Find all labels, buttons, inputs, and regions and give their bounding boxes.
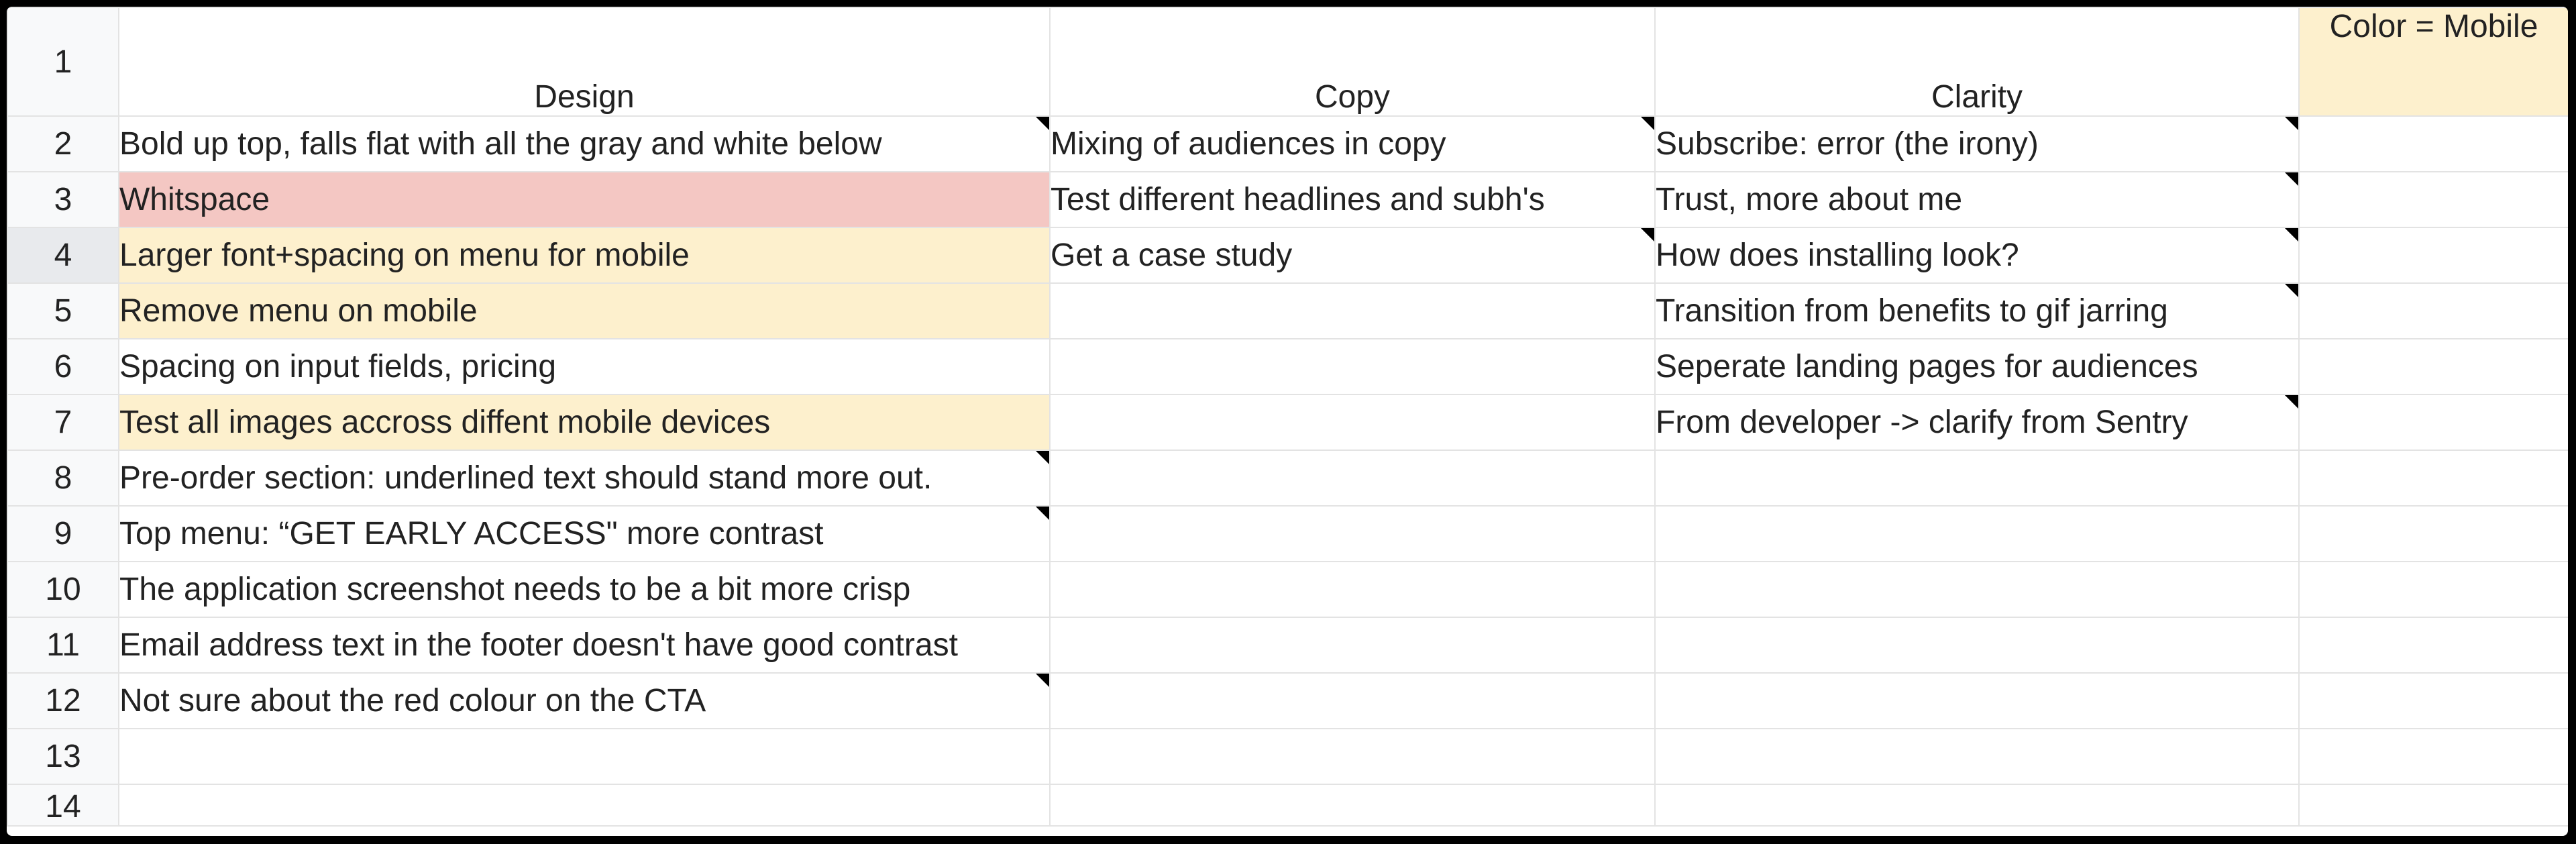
empty-cell[interactable]: [1654, 505, 2300, 562]
sheet-row: 8 Pre-order section: underlined text sho…: [7, 450, 2568, 507]
clarity-cell[interactable]: How does installing look?: [1654, 227, 2300, 284]
sheet-row: 14: [7, 784, 2568, 827]
empty-cell[interactable]: [1654, 672, 2300, 729]
clarity-cell[interactable]: Trust, more about me: [1654, 171, 2300, 228]
design-cell[interactable]: Not sure about the red colour on the CTA: [118, 672, 1051, 729]
clarity-cell[interactable]: Subscribe: error (the irony): [1654, 115, 2300, 172]
design-header-cell[interactable]: Design: [118, 7, 1051, 117]
empty-cell[interactable]: [2298, 282, 2568, 339]
row-number[interactable]: 10: [7, 561, 119, 618]
sheet-row: 6 Spacing on input fields, pricing Seper…: [7, 338, 2568, 395]
sheet-row: 7 Test all images accross diffent mobile…: [7, 394, 2568, 451]
empty-cell[interactable]: [1049, 728, 1656, 785]
design-cell[interactable]: Email address text in the footer doesn't…: [118, 617, 1051, 674]
design-cell[interactable]: Test all images accross diffent mobile d…: [118, 394, 1051, 451]
empty-cell[interactable]: [1654, 617, 2300, 674]
copy-cell[interactable]: Mixing of audiences in copy: [1049, 115, 1656, 172]
empty-cell[interactable]: [1049, 505, 1656, 562]
empty-cell[interactable]: [2298, 784, 2568, 827]
design-cell[interactable]: Pre-order section: underlined text shoul…: [118, 450, 1051, 507]
sheet-row: 5 Remove menu on mobile Transition from …: [7, 282, 2568, 339]
empty-cell[interactable]: [1049, 394, 1656, 451]
row-number[interactable]: 1: [7, 7, 119, 117]
row-number[interactable]: 3: [7, 171, 119, 228]
row-number[interactable]: 6: [7, 338, 119, 395]
empty-cell[interactable]: [2298, 450, 2568, 507]
design-cell[interactable]: Remove menu on mobile: [118, 282, 1051, 339]
design-cell[interactable]: Larger font+spacing on menu for mobile: [118, 227, 1051, 284]
empty-cell[interactable]: [1049, 672, 1656, 729]
copy-header-cell[interactable]: Copy: [1049, 7, 1656, 117]
row-number[interactable]: 14: [7, 784, 119, 827]
row-number[interactable]: 5: [7, 282, 119, 339]
sheet-row: 11 Email address text in the footer does…: [7, 617, 2568, 674]
clarity-header-cell[interactable]: Clarity: [1654, 7, 2300, 117]
sheet-row: 1 Design Copy Clarity Color = Mobile: [7, 7, 2568, 117]
empty-cell[interactable]: [1049, 561, 1656, 618]
row-number[interactable]: 12: [7, 672, 119, 729]
design-cell[interactable]: The application screenshot needs to be a…: [118, 561, 1051, 618]
color-legend-cell[interactable]: Color = Mobile: [2298, 7, 2568, 117]
sheet-row: 3 Whitspace Test different headlines and…: [7, 171, 2568, 228]
empty-cell[interactable]: [1654, 450, 2300, 507]
clarity-cell[interactable]: Transition from benefits to gif jarring: [1654, 282, 2300, 339]
design-cell[interactable]: Spacing on input fields, pricing: [118, 338, 1051, 395]
empty-cell[interactable]: [2298, 338, 2568, 395]
design-cell[interactable]: Bold up top, falls flat with all the gra…: [118, 115, 1051, 172]
sheet-row: 2 Bold up top, falls flat with all the g…: [7, 115, 2568, 172]
sheet-row: 10 The application screenshot needs to b…: [7, 561, 2568, 618]
row-number[interactable]: 7: [7, 394, 119, 451]
clarity-cell[interactable]: Seperate landing pages for audiences: [1654, 338, 2300, 395]
copy-cell[interactable]: Test different headlines and subh's: [1049, 171, 1656, 228]
row-number[interactable]: 13: [7, 728, 119, 785]
empty-cell[interactable]: [2298, 617, 2568, 674]
empty-cell[interactable]: [118, 728, 1051, 785]
sheet-row: 9 Top menu: “GET EARLY ACCESS" more cont…: [7, 505, 2568, 562]
empty-cell[interactable]: [1654, 784, 2300, 827]
row-number[interactable]: 2: [7, 115, 119, 172]
design-cell[interactable]: Top menu: “GET EARLY ACCESS" more contra…: [118, 505, 1051, 562]
empty-cell[interactable]: [2298, 394, 2568, 451]
sheet-row: 4 Larger font+spacing on menu for mobile…: [7, 227, 2568, 284]
sheet-row: 13: [7, 728, 2568, 785]
empty-cell[interactable]: [2298, 561, 2568, 618]
empty-cell[interactable]: [1654, 728, 2300, 785]
empty-cell[interactable]: [1049, 338, 1656, 395]
empty-cell[interactable]: [1049, 450, 1656, 507]
empty-cell[interactable]: [2298, 171, 2568, 228]
empty-cell[interactable]: [2298, 505, 2568, 562]
clarity-cell[interactable]: From developer -> clarify from Sentry: [1654, 394, 2300, 451]
row-number[interactable]: 4: [7, 227, 119, 284]
empty-cell[interactable]: [2298, 728, 2568, 785]
row-number[interactable]: 8: [7, 450, 119, 507]
empty-cell[interactable]: [2298, 672, 2568, 729]
empty-cell[interactable]: [2298, 115, 2568, 172]
empty-cell[interactable]: [1049, 617, 1656, 674]
row-number[interactable]: 11: [7, 617, 119, 674]
sheet-row: 12 Not sure about the red colour on the …: [7, 672, 2568, 729]
spreadsheet-grid: 1 Design Copy Clarity Color = Mobile 2 B…: [7, 7, 2568, 827]
empty-cell[interactable]: [2298, 227, 2568, 284]
spreadsheet-window: 1 Design Copy Clarity Color = Mobile 2 B…: [7, 7, 2568, 836]
copy-cell[interactable]: Get a case study: [1049, 227, 1656, 284]
empty-cell[interactable]: [1654, 561, 2300, 618]
design-cell[interactable]: Whitspace: [118, 171, 1051, 228]
row-number[interactable]: 9: [7, 505, 119, 562]
empty-cell[interactable]: [118, 784, 1051, 827]
empty-cell[interactable]: [1049, 784, 1656, 827]
empty-cell[interactable]: [1049, 282, 1656, 339]
